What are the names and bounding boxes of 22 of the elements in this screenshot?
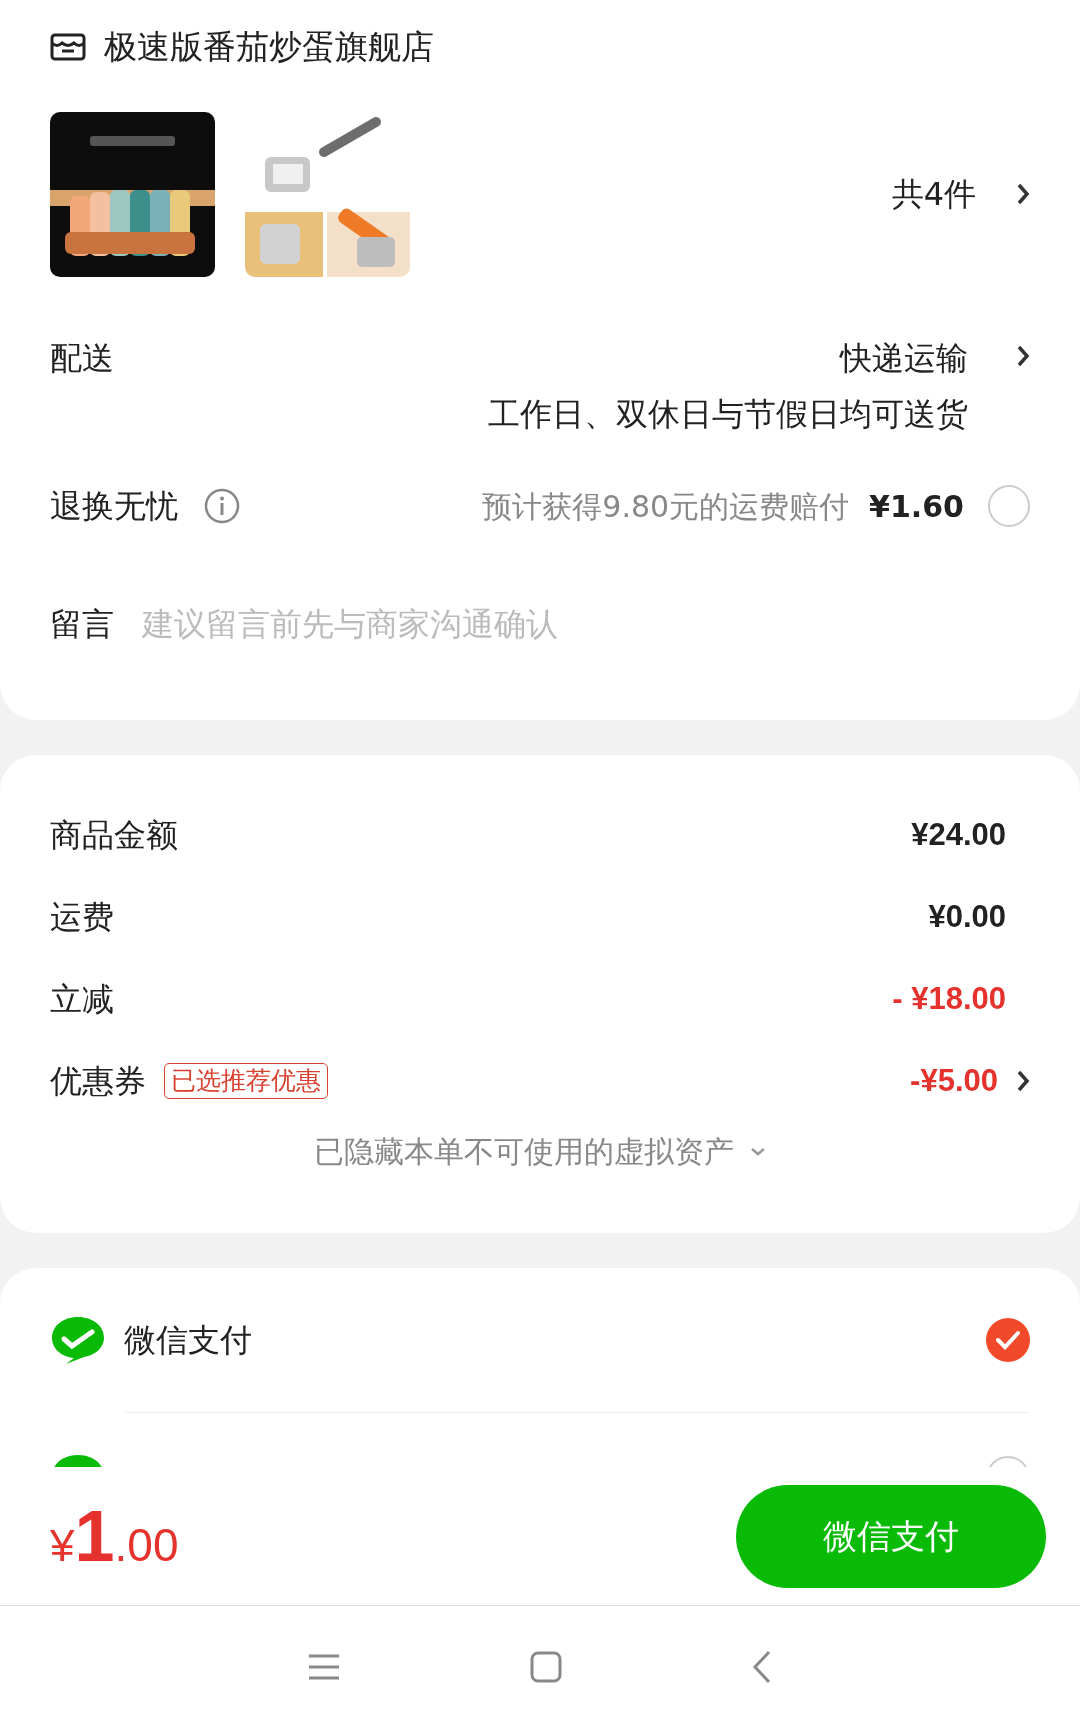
insurance-price: ¥1.60 [869,487,964,526]
coupon-badge: 已选推荐优惠 [164,1063,328,1099]
message-label: 留言 [50,604,114,645]
payment-method-label[interactable]: 微信支付 [124,1316,252,1364]
store-name[interactable]: 极速版番茄炒蛋旗舰店 [104,22,434,72]
summary-label: 立减 [50,979,114,1020]
summary-label: 优惠券 [50,1061,146,1102]
amount-value: - ¥18.00 [892,979,1006,1018]
delivery-label: 配送 [50,338,114,379]
message-field[interactable]: 建议留言前先与商家沟通确认 [142,600,1030,648]
delivery-note: 工作日、双休日与节假日均可送货 [488,394,968,435]
hidden-assets-text[interactable]: 已隐藏本单不可使用的虚拟资产 [314,1129,734,1174]
return-insurance-label: 退换无忧 [50,486,178,527]
amount-value: -¥5.00 [910,1061,998,1100]
total-price: ¥1.00 [50,1495,179,1578]
compensation-text: 预计获得9.80元的运费赔付 [482,487,850,526]
summary-label: 商品金额 [50,815,178,856]
amount-value: ¥24.00 [911,815,1006,854]
summary-label: 运费 [50,897,114,938]
amount-value: ¥0.00 [928,897,1006,936]
delivery-method: 快递运输 [840,338,968,379]
item-count[interactable]: 共4件 [891,170,976,218]
